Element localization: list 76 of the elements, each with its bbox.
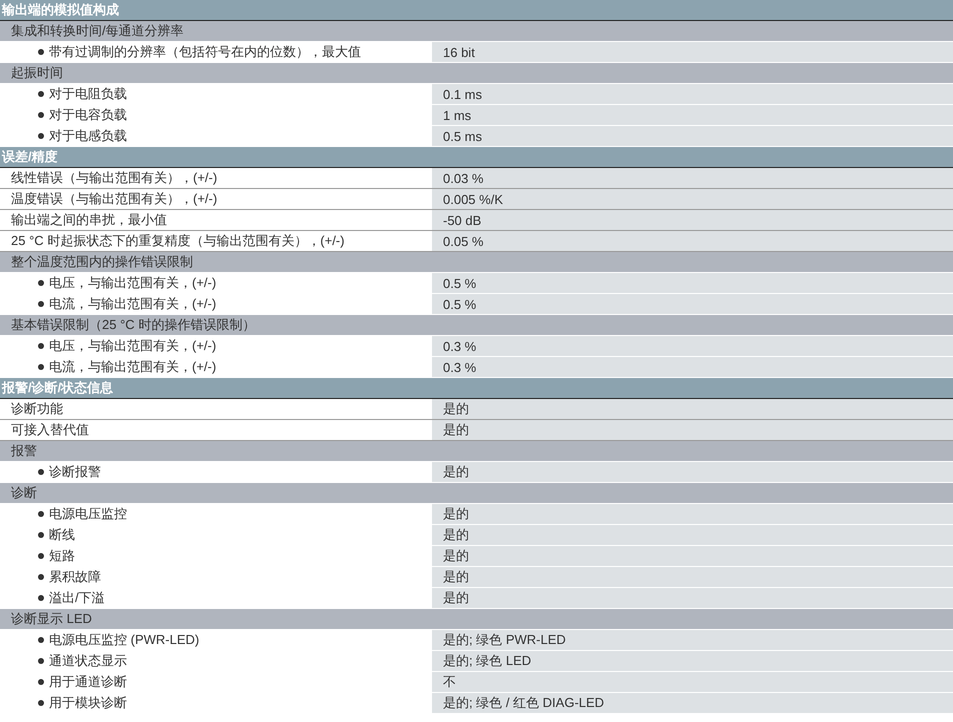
spec-label: 线性错误（与输出范围有关），(+/-) — [11, 169, 218, 187]
spec-label: 25 °C 时起振状态下的重复精度（与输出范围有关），(+/-) — [11, 232, 344, 250]
spec-label: 对于电感负载 — [49, 127, 127, 145]
bullet-icon — [38, 280, 44, 286]
spec-value: 0.3 % — [430, 357, 953, 377]
bullet-icon — [38, 301, 44, 307]
spec-label: 电流，与输出范围有关，(+/-) — [49, 295, 216, 313]
spec-value: 0.5 ms — [430, 126, 953, 146]
spec-label: 可接入替代值 — [11, 421, 89, 439]
group-heading: 整个温度范围内的操作错误限制 — [0, 252, 953, 273]
group-heading: 报警 — [0, 441, 953, 462]
spec-label: 诊断报警 — [49, 463, 101, 481]
spec-label: 诊断功能 — [11, 400, 63, 418]
spec-value: 0.03 % — [430, 168, 953, 188]
spec-value: 不 — [430, 672, 953, 692]
bullet-icon — [38, 574, 44, 580]
group-heading: 基本错误限制（25 °C 时的操作错误限制） — [0, 315, 953, 336]
group-heading: 集成和转换时间/每通道分辨率 — [0, 21, 953, 42]
section-heading: 报警/诊断/状态信息 — [0, 378, 953, 399]
spec-value: 是的 — [430, 546, 953, 566]
section-heading: 输出端的模拟值构成 — [0, 0, 953, 21]
spec-value: 是的 — [430, 525, 953, 545]
spec-value: 0.3 % — [430, 336, 953, 356]
spec-label: 溢出/下溢 — [49, 589, 105, 607]
spec-label: 短路 — [49, 547, 75, 565]
spec-value: 是的 — [430, 399, 953, 419]
spec-label: 电源电压监控 — [49, 505, 127, 523]
bullet-icon — [38, 553, 44, 559]
spec-label: 断线 — [49, 526, 75, 544]
spec-label: 温度错误（与输出范围有关），(+/-) — [11, 190, 218, 208]
group-heading: 诊断 — [0, 483, 953, 504]
group-heading: 诊断显示 LED — [0, 609, 953, 630]
spec-value: 0.005 %/K — [430, 189, 953, 209]
bullet-icon — [38, 679, 44, 685]
spec-value: 16 bit — [430, 42, 953, 62]
spec-label: 用于模块诊断 — [49, 694, 127, 712]
spec-label: 通道状态显示 — [49, 652, 127, 670]
spec-label: 用于通道诊断 — [49, 673, 127, 691]
group-heading: 起振时间 — [0, 63, 953, 84]
spec-label: 输出端之间的串扰，最小值 — [11, 211, 167, 229]
spec-value: 0.05 % — [430, 231, 953, 251]
spec-value: 0.5 % — [430, 294, 953, 314]
bullet-icon — [38, 700, 44, 706]
bullet-icon — [38, 343, 44, 349]
spec-value: 是的 — [430, 588, 953, 608]
bullet-icon — [38, 511, 44, 517]
spec-value: 0.5 % — [430, 273, 953, 293]
spec-label: 对于电容负载 — [49, 106, 127, 124]
spec-label: 对于电阻负载 — [49, 85, 127, 103]
spec-label: 电压，与输出范围有关，(+/-) — [49, 274, 216, 292]
bullet-icon — [38, 133, 44, 139]
spec-value: 是的; 绿色 / 红色 DIAG-LED — [430, 693, 953, 713]
bullet-icon — [38, 658, 44, 664]
spec-label: 累积故障 — [49, 568, 101, 586]
bullet-icon — [38, 532, 44, 538]
spec-value: 0.1 ms — [430, 84, 953, 104]
bullet-icon — [38, 91, 44, 97]
bullet-icon — [38, 49, 44, 55]
section-heading: 误差/精度 — [0, 147, 953, 168]
spec-label: 电源电压监控 (PWR-LED) — [49, 631, 200, 649]
bullet-icon — [38, 595, 44, 601]
spec-value: 1 ms — [430, 105, 953, 125]
bullet-icon — [38, 112, 44, 118]
spec-value: 是的 — [430, 567, 953, 587]
spec-value: 是的; 绿色 PWR-LED — [430, 630, 953, 650]
spec-label: 带有过调制的分辨率（包括符号在内的位数），最大值 — [49, 43, 361, 61]
spec-label: 电压，与输出范围有关，(+/-) — [49, 337, 216, 355]
spec-value: 是的 — [430, 504, 953, 524]
spec-value: 是的 — [430, 420, 953, 440]
spec-value: -50 dB — [430, 210, 953, 230]
bullet-icon — [38, 469, 44, 475]
spec-value: 是的 — [430, 462, 953, 482]
spec-label: 电流，与输出范围有关，(+/-) — [49, 358, 216, 376]
bullet-icon — [38, 637, 44, 643]
bullet-icon — [38, 364, 44, 370]
spec-value: 是的; 绿色 LED — [430, 651, 953, 671]
